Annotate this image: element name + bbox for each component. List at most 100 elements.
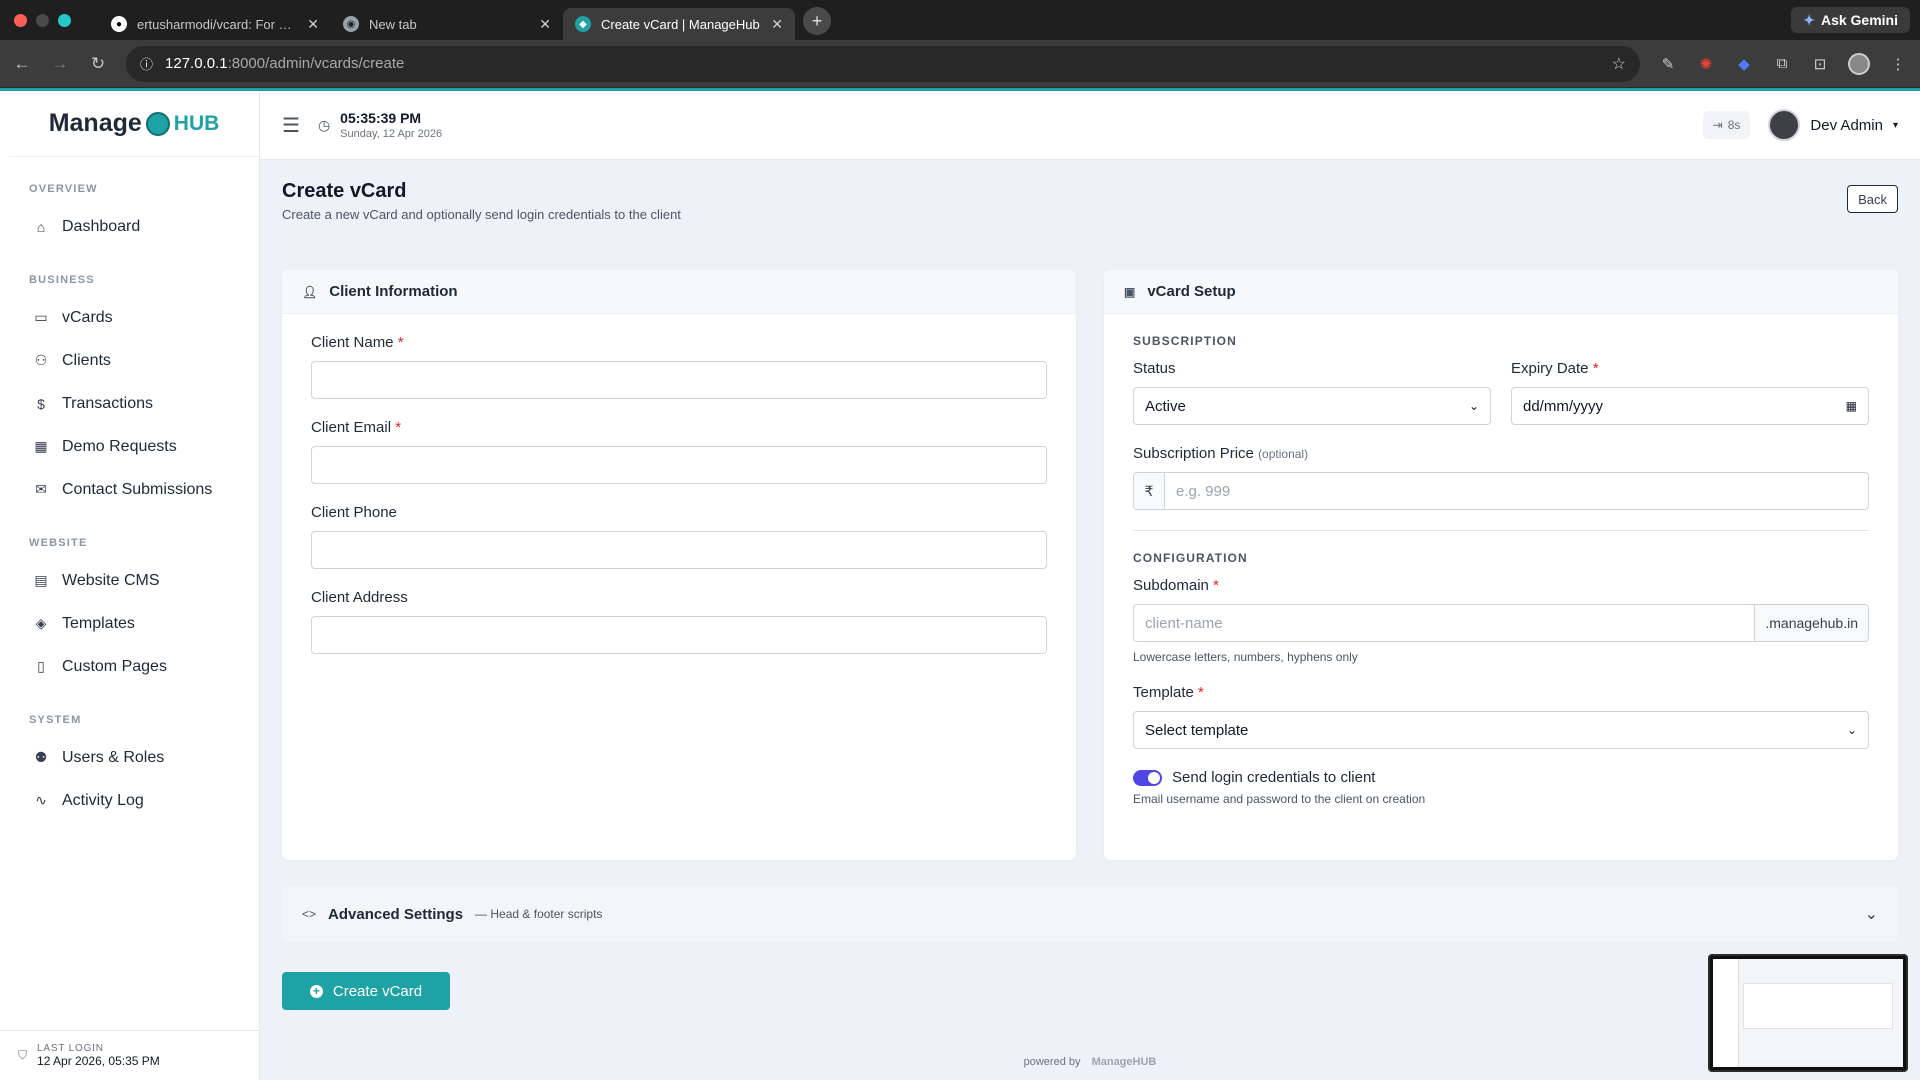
subscription-price-label: Subscription Price xyxy=(1133,445,1254,462)
required-marker: * xyxy=(1198,684,1204,701)
sidebar-item-label: Activity Log xyxy=(62,791,144,809)
footer-brand: Manage xyxy=(1091,1056,1133,1068)
sidebar-item-label: Dashboard xyxy=(62,217,141,235)
close-tab-icon[interactable]: ✕ xyxy=(307,16,319,33)
code-icon: <> xyxy=(302,907,317,921)
send-credentials-toggle[interactable] xyxy=(1133,769,1162,786)
browser-tab-github[interactable]: ● ertusharmodi/vcard: For man ✕ xyxy=(99,8,331,40)
clock-icon: ◷ xyxy=(317,116,331,133)
sidebar-item-transactions[interactable]: $ Transactions xyxy=(0,382,259,425)
sidebar-item-label: Custom Pages xyxy=(62,657,167,675)
sidebar-item-activity-log[interactable]: ∿ Activity Log xyxy=(0,779,259,822)
extension-icon[interactable]: ◆ xyxy=(1734,55,1754,73)
file-icon: ▯ xyxy=(37,658,45,674)
screen-preview-thumbnail[interactable] xyxy=(1708,954,1908,1072)
users-icon: ⚇ xyxy=(34,352,48,368)
sidebar-item-vcards[interactable]: ▭ vCards xyxy=(0,296,259,339)
template-select[interactable]: Select template ⌄ xyxy=(1133,711,1869,749)
forward-arrow-icon[interactable]: → xyxy=(50,54,70,74)
maximize-window-button[interactable] xyxy=(58,13,71,27)
new-tab-button[interactable]: + xyxy=(803,7,831,35)
browser-tab-managehub[interactable]: ◆ Create vCard | ManageHub ✕ xyxy=(563,8,795,40)
close-window-button[interactable] xyxy=(14,13,27,27)
last-login-value: 12 Apr 2026, 05:35 PM xyxy=(37,1054,160,1068)
shield-icon: ⛉ xyxy=(18,1048,28,1062)
avatar xyxy=(1768,109,1801,141)
sidebar-item-demo-requests[interactable]: ▦ Demo Requests xyxy=(0,425,259,468)
menu-toggle-icon[interactable]: ☰ xyxy=(282,113,300,138)
send-credentials-help: Email username and password to the clien… xyxy=(1133,792,1426,806)
card-icon: ▭ xyxy=(34,309,48,325)
close-tab-icon[interactable]: ✕ xyxy=(771,16,783,33)
status-label: Status xyxy=(1133,360,1176,377)
advanced-settings-subtitle: — Head & footer scripts xyxy=(475,907,603,921)
page-content: Create vCard Create a new vCard and opti… xyxy=(260,160,1920,1010)
client-address-input[interactable] xyxy=(311,616,1047,654)
client-email-input[interactable] xyxy=(311,446,1047,484)
sidebar-item-label: vCards xyxy=(62,308,113,326)
client-email-label: Client Email xyxy=(311,419,392,436)
address-bar[interactable]: ⓘ 127.0.0.1:8000/admin/vcards/create ☆ xyxy=(126,45,1640,82)
tab-title: New tab xyxy=(369,16,417,32)
chrome-icon: ◉ xyxy=(343,16,359,32)
tab-search-icon[interactable]: ⊡ xyxy=(1810,55,1830,73)
sidebar-item-custom-pages[interactable]: ▯ Custom Pages xyxy=(0,645,259,688)
main-area: ☰ ◷ 05:35:39 PM Sunday, 12 Apr 2026 ⇥ 8s… xyxy=(260,91,1920,1080)
user-menu[interactable]: Dev Admin ▾ xyxy=(1768,109,1898,141)
thumbnail-content xyxy=(1713,959,1903,1067)
client-name-input[interactable] xyxy=(311,361,1047,399)
calendar-icon[interactable]: ▦ xyxy=(1846,399,1857,413)
session-timer-badge[interactable]: ⇥ 8s xyxy=(1702,111,1751,139)
minimize-window-button[interactable] xyxy=(36,13,49,27)
reload-icon[interactable]: ↻ xyxy=(88,54,108,74)
app-logo[interactable]: Manage HUB xyxy=(9,91,259,157)
status-select[interactable]: Active ⌄ xyxy=(1133,387,1491,425)
expiry-date-input[interactable]: dd/mm/yyyy ▦ xyxy=(1511,387,1869,425)
sidebar-item-website-cms[interactable]: ▤ Website CMS xyxy=(0,559,259,602)
sidebar: Manage HUB OVERVIEW ⌂ Dashboard BUSINESS… xyxy=(0,91,260,1080)
eyedropper-extension-icon[interactable]: ✎ xyxy=(1658,55,1678,73)
extensions-puzzle-icon[interactable]: ⧉ xyxy=(1772,55,1792,72)
subdomain-input[interactable]: client-name xyxy=(1133,604,1756,642)
window-controls xyxy=(14,13,71,27)
send-credentials-label: Send login credentials to client xyxy=(1172,769,1376,786)
browser-profile-avatar[interactable] xyxy=(1848,52,1870,75)
advanced-settings-toggle[interactable]: <> Advanced Settings — Head & footer scr… xyxy=(282,886,1898,942)
back-button[interactable]: Back xyxy=(1847,185,1898,213)
browser-toolbar: ← → ↻ ⓘ 127.0.0.1:8000/admin/vcards/crea… xyxy=(0,40,1920,88)
subdomain-suffix: .managehub.in xyxy=(1755,604,1869,642)
browser-menu-icon[interactable]: ⋮ xyxy=(1888,55,1908,73)
card-header: ▣ vCard Setup xyxy=(1104,270,1898,314)
sidebar-item-label: Clients xyxy=(62,351,111,369)
sidebar-item-users-roles[interactable]: ⚉ Users & Roles xyxy=(0,736,259,779)
id-card-icon: ▣ xyxy=(1124,284,1136,299)
sidebar-item-clients[interactable]: ⚇ Clients xyxy=(0,339,259,382)
subscription-price-input[interactable]: e.g. 999 xyxy=(1164,472,1869,510)
clock: 05:35:39 PM Sunday, 12 Apr 2026 xyxy=(340,110,442,140)
page-subtitle: Create a new vCard and optionally send l… xyxy=(282,207,681,222)
sidebar-item-contact-submissions[interactable]: ✉ Contact Submissions xyxy=(0,468,259,511)
layers-icon: ◈ xyxy=(35,615,47,631)
chevron-down-icon: ⌄ xyxy=(1468,399,1479,413)
sidebar-item-templates[interactable]: ◈ Templates xyxy=(0,602,259,645)
back-arrow-icon[interactable]: ← xyxy=(12,54,32,74)
sidebar-item-dashboard[interactable]: ⌂ Dashboard xyxy=(0,205,259,248)
extension-icon[interactable]: ✺ xyxy=(1696,55,1716,73)
chevron-down-icon: ▾ xyxy=(1892,119,1898,131)
sidebar-section-website: WEBSITE xyxy=(29,537,88,549)
close-tab-icon[interactable]: ✕ xyxy=(539,16,551,33)
browser-tab-bar: ● ertusharmodi/vcard: For man ✕ ◉ New ta… xyxy=(0,0,1920,40)
plus-circle-icon: + xyxy=(309,984,323,998)
client-phone-input[interactable] xyxy=(311,531,1047,569)
calendar-icon: ▦ xyxy=(34,438,48,454)
optional-marker: (optional) xyxy=(1258,447,1309,461)
ask-gemini-button[interactable]: ✦ Ask Gemini xyxy=(1791,7,1910,33)
create-vcard-button[interactable]: + Create vCard xyxy=(282,972,450,1010)
activity-icon: ∿ xyxy=(35,792,47,808)
sidebar-item-label: Users & Roles xyxy=(62,748,165,766)
tab-title: ertusharmodi/vcard: For man xyxy=(137,16,298,32)
bookmark-star-icon[interactable]: ☆ xyxy=(1612,54,1626,74)
browser-tab-newtab[interactable]: ◉ New tab ✕ xyxy=(331,8,563,40)
site-info-icon[interactable]: ⓘ xyxy=(140,54,153,73)
login-arrow-icon: ⇥ xyxy=(1712,118,1723,132)
